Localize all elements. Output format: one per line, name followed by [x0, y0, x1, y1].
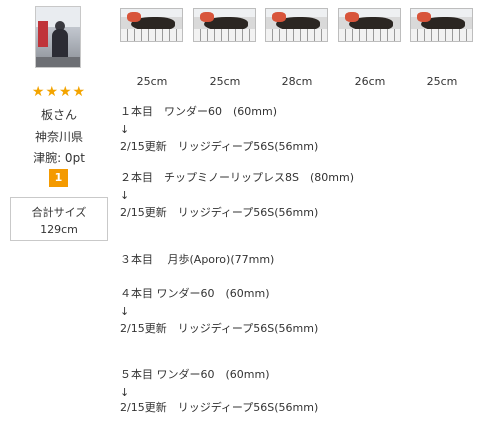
total-size-box: 合計サイズ 129cm: [10, 197, 108, 241]
note-line: ３本目 月歩(Aporo)(77mm): [120, 253, 275, 266]
points: 津腕: 0pt: [33, 151, 85, 165]
note-line: 2/15更新 リッジディープ56S(56mm): [120, 206, 319, 219]
catch-size: 25cm: [426, 75, 458, 88]
note-line: ５本目 ワンダー60 (60mm): [120, 368, 270, 381]
note-line: ↓: [120, 386, 130, 399]
username[interactable]: 板さん: [10, 106, 108, 123]
catch-size: 26cm: [354, 75, 386, 88]
note-line: ↓: [120, 189, 130, 202]
note-line: １本目 ワンダー60 (60mm): [120, 105, 278, 118]
catch-size: 28cm: [281, 75, 313, 88]
catch-size: 25cm: [136, 75, 168, 88]
avatar[interactable]: [35, 6, 81, 68]
fish-photo[interactable]: [120, 8, 183, 42]
rank-badge: 1: [49, 169, 68, 187]
fish-photo[interactable]: [338, 8, 401, 42]
fish-photo[interactable]: [193, 8, 256, 42]
note-line: 2/15更新 リッジディープ56S(56mm): [120, 140, 319, 153]
total-size-value: 129cm: [40, 223, 78, 236]
note-line: ↓: [120, 305, 130, 318]
fish-photo[interactable]: [410, 8, 473, 42]
star-rating-icon: ★★★★: [31, 84, 87, 100]
note-line: ↓: [120, 123, 130, 136]
note-line: 2/15更新 リッジディープ56S(56mm): [120, 401, 319, 414]
catch-size: 25cm: [209, 75, 241, 88]
note-line: ２本目 チップミノーリップレス8S (80mm): [120, 171, 354, 184]
total-size-label: 合計サイズ: [31, 206, 87, 219]
prefecture: 神奈川県: [34, 130, 83, 144]
note-line: ４本目 ワンダー60 (60mm): [120, 287, 270, 300]
fish-photo[interactable]: [265, 8, 328, 42]
note-line: 2/15更新 リッジディープ56S(56mm): [120, 322, 319, 335]
